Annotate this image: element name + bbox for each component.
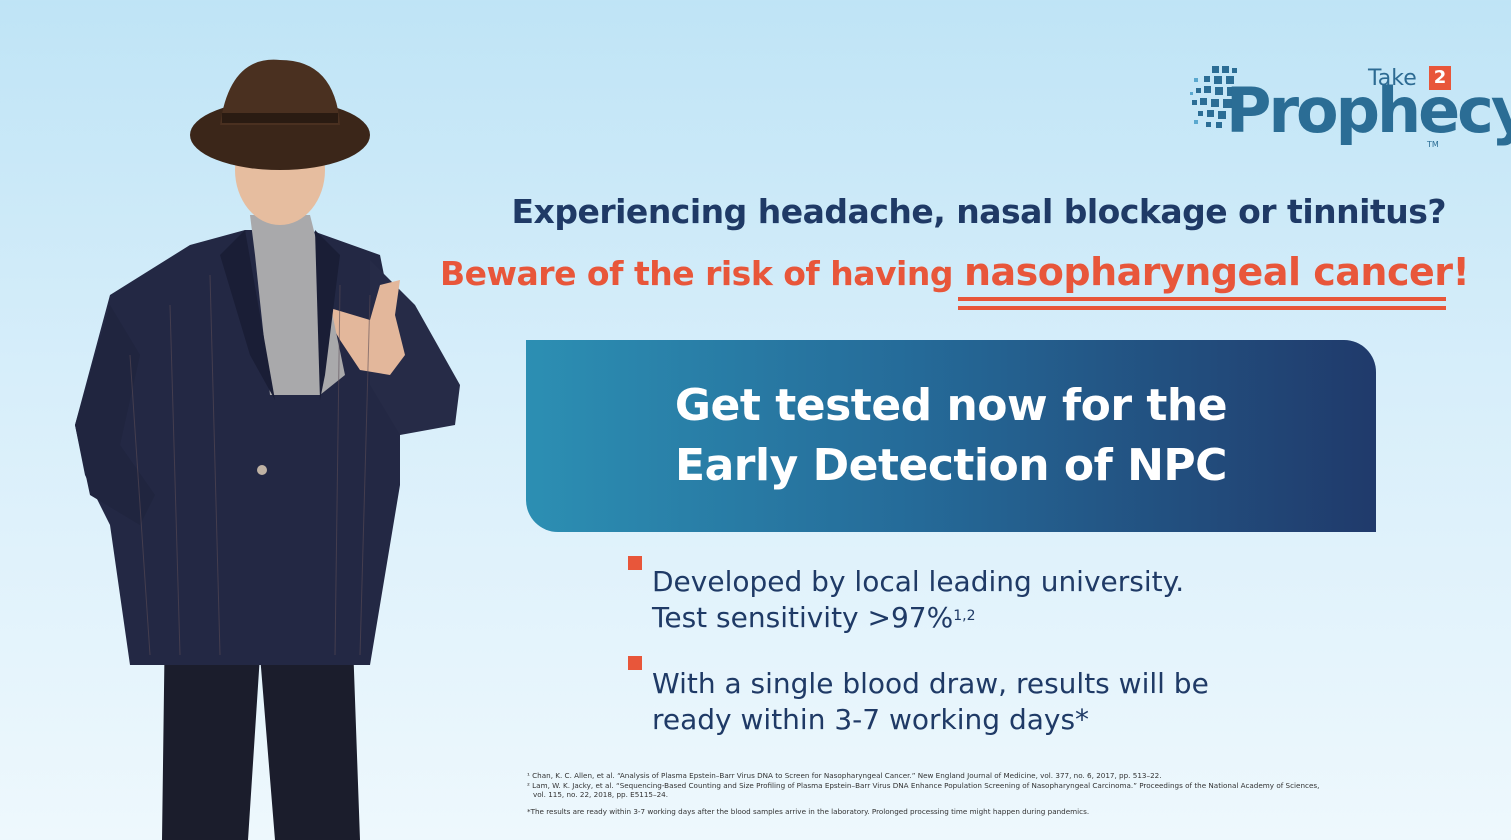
footnote-ref-1: ¹ Chan, K. C. Allen, et al. “Analysis of… bbox=[527, 771, 1162, 780]
spokesperson-image bbox=[75, 59, 460, 840]
warning-prefix: Beware of the risk of having bbox=[440, 254, 964, 293]
cta-line-1: Get tested now for the bbox=[674, 380, 1228, 431]
footnote-note: *The results are ready within 3-7 workin… bbox=[527, 807, 1090, 816]
logo-trademark: TM bbox=[1427, 140, 1439, 149]
footnote-ref-2b: vol. 115, no. 22, 2018, pp. E5115–24. bbox=[533, 790, 669, 799]
headline-warning: Beware of the risk of having nasopharyng… bbox=[440, 250, 1470, 294]
bullet-1-text: Developed by local leading university. T… bbox=[652, 564, 1184, 636]
cta-banner: Get tested now for the Early Detection o… bbox=[526, 340, 1376, 532]
bullet-2-text: With a single blood draw, results will b… bbox=[652, 666, 1209, 738]
bullet-marker-2 bbox=[628, 656, 642, 670]
bullet-1-line-1: Developed by local leading university. bbox=[652, 565, 1185, 598]
bullet-2-line-2: ready within 3-7 working days* bbox=[652, 703, 1090, 736]
emphasis-underline-top bbox=[958, 297, 1446, 301]
emphasis-underline-bottom bbox=[958, 306, 1446, 310]
bullet-1-line-2-text: Test sensitivity >97% bbox=[652, 601, 954, 634]
bullet-2-line-1: With a single blood draw, results will b… bbox=[652, 667, 1209, 700]
cta-line-2: Early Detection of NPC bbox=[675, 440, 1227, 491]
logo-take-text: Take bbox=[1368, 66, 1417, 91]
logo-two-badge: 2 bbox=[1429, 66, 1451, 90]
headline-question: Experiencing headache, nasal blockage or… bbox=[511, 192, 1447, 231]
footnote-ref-2a: ² Lam, W. K. Jacky, et al. “Sequencing-B… bbox=[527, 781, 1320, 790]
bullet-marker-1 bbox=[628, 556, 642, 570]
bullet-1-citation: 1,2 bbox=[953, 608, 976, 624]
take2-prophecy-logo: Prophecy Take 2 TM bbox=[1190, 52, 1511, 152]
warning-emphasis: nasopharyngeal cancer! bbox=[963, 250, 1470, 294]
bullet-1-line-2: Test sensitivity >97%1,2 bbox=[652, 600, 1184, 636]
